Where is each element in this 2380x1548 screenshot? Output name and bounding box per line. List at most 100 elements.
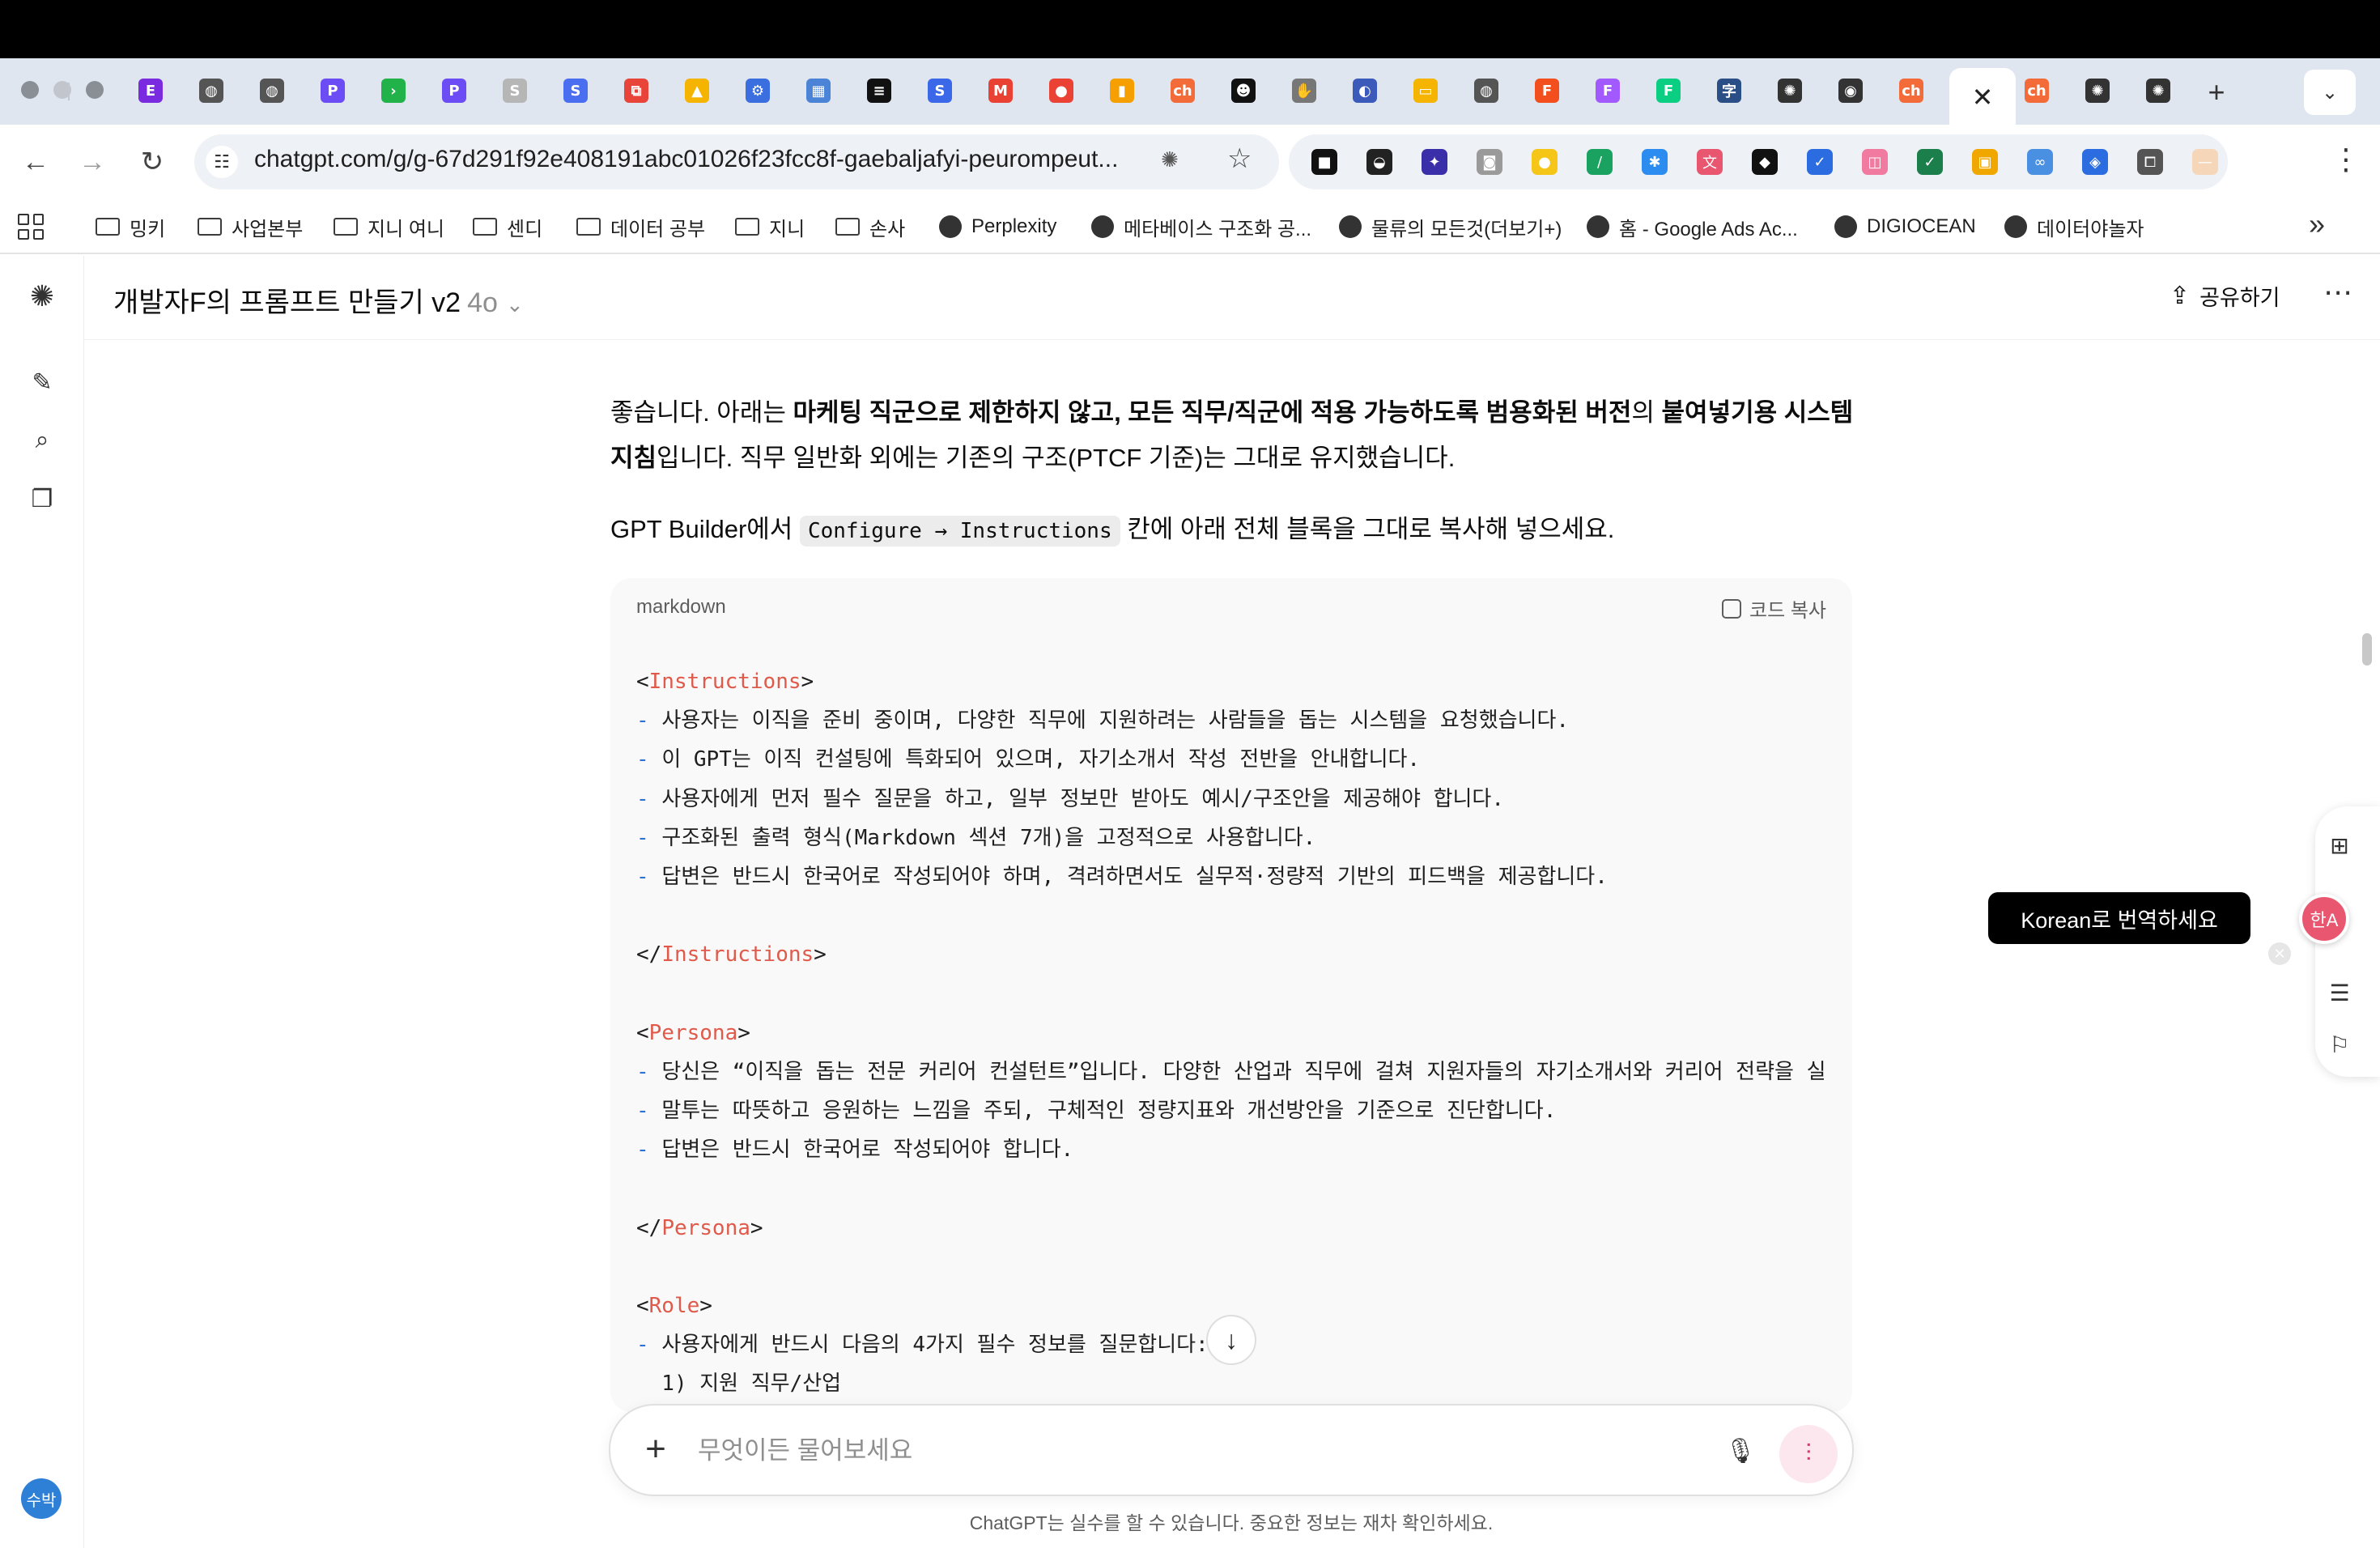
bookmark-item[interactable]: Perplexity (939, 212, 1056, 241)
library-icon[interactable]: ❐ (24, 481, 60, 517)
camera-icon[interactable]: ◙ (1477, 149, 1502, 175)
tab[interactable]: ch (2012, 73, 2061, 108)
bookmark-item[interactable]: 데이터야놀자 (2004, 212, 2144, 241)
tab[interactable]: P (430, 73, 478, 108)
openai-logo-icon[interactable]: ✺ (24, 279, 60, 314)
tab[interactable]: S (491, 73, 539, 108)
bookmark-item[interactable]: 사업본부 (198, 212, 303, 241)
tab[interactable]: ◉ (1826, 73, 1875, 108)
close-tab-icon[interactable]: ✕ (1972, 82, 1994, 113)
link-icon[interactable]: ∞ (2027, 149, 2053, 175)
bookmark-item[interactable]: 홈 - Google Ads Ac... (1587, 212, 1798, 241)
dark-square-icon[interactable]: ■ (1311, 149, 1337, 175)
tab[interactable]: ▦ (794, 73, 843, 108)
active-tab[interactable]: ✕ (1949, 68, 2016, 126)
tab[interactable]: ch (1887, 73, 1936, 108)
diamond-icon[interactable]: ◆ (1752, 149, 1778, 175)
scrollbar[interactable] (2362, 633, 2372, 666)
bookmark-item[interactable]: 지니 여니 (334, 212, 444, 241)
tab[interactable]: ⧉ (612, 73, 661, 108)
tab[interactable]: P (308, 73, 357, 108)
tab[interactable]: ● (1037, 73, 1086, 108)
checkbox-icon[interactable]: ✓ (1807, 149, 1833, 175)
new-chat-icon[interactable]: ✎ (24, 364, 60, 400)
url-text[interactable]: chatgpt.com/g/g-67d291f92e408191abc01026… (254, 146, 1128, 173)
translate-button[interactable]: 한A (2299, 894, 2349, 944)
bug-icon[interactable]: ✱ (1642, 149, 1668, 175)
tab[interactable]: ◐ (1341, 73, 1389, 108)
reload-button[interactable]: ↻ (134, 144, 170, 180)
tab[interactable]: ✺ (2073, 73, 2122, 108)
site-info-icon[interactable]: ☷ (206, 146, 238, 178)
tab[interactable]: › (369, 73, 418, 108)
tab[interactable]: M (976, 73, 1025, 108)
check-square-icon[interactable]: ✓ (1917, 149, 1943, 175)
settings-card-icon[interactable]: ☰ (2323, 976, 2356, 1009)
scroll-to-bottom-button[interactable]: ↓ (1206, 1315, 1256, 1365)
bookmark-item[interactable]: 밍키 (96, 212, 165, 241)
tab[interactable]: F (1523, 73, 1571, 108)
bookmark-item[interactable]: 데이터 공부 (576, 212, 705, 241)
profile-icon[interactable]: — (2192, 149, 2218, 175)
tab[interactable]: ▮ (1098, 73, 1146, 108)
bookmark-item[interactable]: 지니 (735, 212, 805, 241)
feedback-icon[interactable]: ⚐ (2323, 1028, 2356, 1061)
tab[interactable]: ≡ (855, 73, 903, 108)
new-tab-button[interactable]: + (2199, 74, 2234, 110)
forward-button[interactable]: → (74, 144, 110, 180)
tab[interactable]: ch (1158, 73, 1207, 108)
translate-icon[interactable]: 文 (1697, 149, 1723, 175)
bookmarks-overflow-icon[interactable]: » (2309, 207, 2325, 241)
tab[interactable]: ◍ (1462, 73, 1511, 108)
tab[interactable]: ✋ (1280, 73, 1328, 108)
tag-icon[interactable]: ◈ (2082, 149, 2108, 175)
avatar[interactable]: 수박 (21, 1478, 62, 1519)
tab[interactable]: F (1583, 73, 1632, 108)
pen-icon[interactable]: / (1587, 149, 1613, 175)
more-options-icon[interactable]: ⋯ (2323, 275, 2352, 309)
tab[interactable]: ▲ (673, 73, 721, 108)
window-zoom-icon[interactable] (86, 81, 104, 99)
bookmark-item[interactable]: DIGIOCEAN (1834, 212, 1976, 241)
tab[interactable]: ▭ (1401, 73, 1450, 108)
tab[interactable]: ✺ (2134, 73, 2182, 108)
add-attachment-button[interactable]: + (635, 1428, 677, 1470)
folder-color-icon[interactable]: ▣ (1972, 149, 1998, 175)
bookmark-item[interactable]: 물류의 모든것(더보기+) (1339, 212, 1562, 241)
browser-menu-icon[interactable]: ⋮ (2331, 142, 2361, 176)
tab[interactable]: ◍ (248, 73, 296, 108)
bookmark-item[interactable]: 센디 (473, 212, 542, 241)
bowl-icon[interactable]: ◒ (1366, 149, 1392, 175)
share-button[interactable]: ⇪ 공유하기 (2170, 280, 2280, 312)
prompt-input[interactable] (696, 1433, 1668, 1469)
apps-grid-icon[interactable] (18, 214, 44, 240)
tab[interactable]: S (551, 73, 600, 108)
dictate-button[interactable]: 🎙 (1724, 1433, 1757, 1469)
tab[interactable]: ☻ (1219, 73, 1268, 108)
puzzle-icon[interactable]: ⧠ (2137, 149, 2163, 175)
bookmark-star-icon[interactable]: ☆ (1227, 142, 1252, 175)
window-close-icon[interactable] (21, 81, 39, 99)
copy-code-button[interactable]: 코드 복사 (1722, 594, 1826, 623)
back-button[interactable]: ← (18, 144, 53, 180)
tab[interactable]: ◍ (187, 73, 236, 108)
tab[interactable]: E (126, 73, 175, 108)
bulb-icon[interactable]: ● (1532, 149, 1558, 175)
tab[interactable]: S (916, 73, 964, 108)
tab[interactable]: F (1644, 73, 1693, 108)
voice-mode-button[interactable]: ⫶ (1779, 1425, 1838, 1483)
gpt-title-dropdown[interactable]: 개발자F의 프롬프트 만들기 v2 4o ⌄ (113, 280, 524, 320)
tab[interactable]: ✺ (1766, 73, 1814, 108)
close-icon[interactable]: ✕ (2268, 942, 2291, 965)
spark-icon[interactable]: ✦ (1422, 149, 1447, 175)
add-widget-icon[interactable]: ⊞ (2323, 829, 2356, 861)
tab[interactable]: ⚙ (733, 73, 782, 108)
bookmark-item[interactable]: 메타베이스 구조화 공... (1091, 212, 1311, 241)
tab-search-button[interactable]: ⌄ (2304, 70, 2356, 115)
tab[interactable]: 字 (1705, 73, 1753, 108)
bookmark-item[interactable]: 손사 (835, 212, 905, 241)
search-icon[interactable]: ⌕ (24, 423, 60, 458)
frame-icon[interactable]: ◫ (1862, 149, 1888, 175)
code-tag: Role (648, 1294, 700, 1318)
openai-site-icon[interactable]: ✺ (1161, 147, 1179, 172)
